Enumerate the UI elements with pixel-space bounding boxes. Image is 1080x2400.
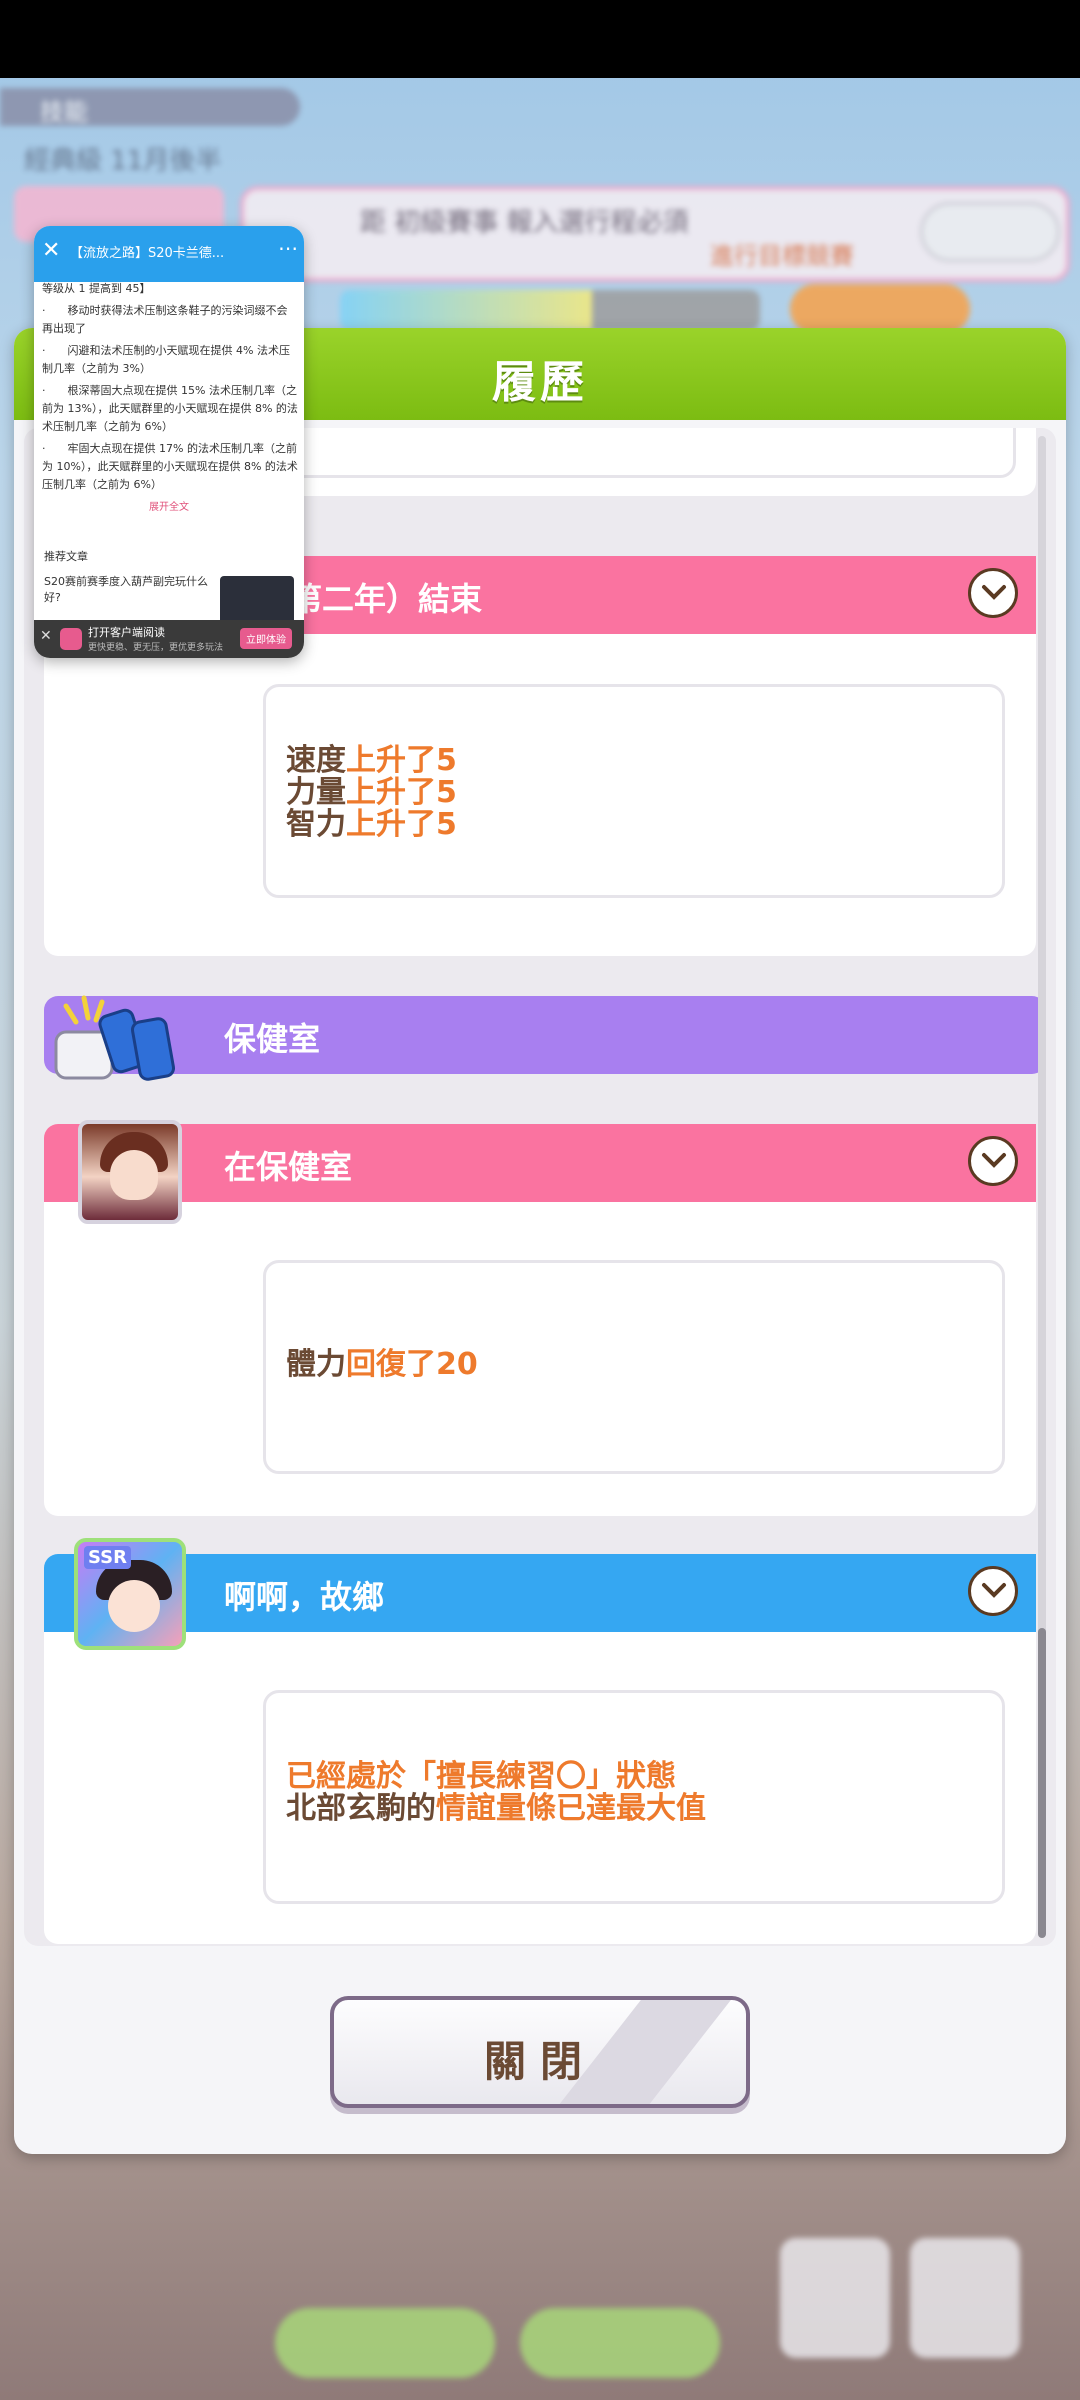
try-now-button[interactable]: 立即体验 <box>240 628 292 649</box>
open-app-subtitle: 更快更稳、更无压，更优更多玩法 <box>88 643 224 653</box>
history-card: 在保健室 體力回復了20 <box>44 1124 1036 1516</box>
recommended-thumbnail[interactable] <box>220 576 294 626</box>
close-button[interactable]: 關閉 <box>330 1996 750 2108</box>
entry-header: 啊啊，故鄉 <box>44 1554 1036 1632</box>
section-infirmary: 保健室 <box>44 996 1046 1074</box>
entry-line: 北部玄駒的情誼量條已達最大值 <box>286 1791 706 1826</box>
expand-article-link[interactable]: 展开全文 <box>34 498 304 513</box>
scrollbar-thumb[interactable] <box>1038 1628 1046 1938</box>
status-bar <box>0 0 1080 78</box>
chevron-down-icon[interactable] <box>968 1136 1018 1186</box>
recommended-heading: 推荐文章 <box>44 550 88 563</box>
open-app-title: 打开客户端阅读 <box>88 626 165 639</box>
app-icon <box>60 628 82 650</box>
entry-text: 已經處於「擅長練習〇」狀態 北部玄駒的情誼量條已達最大值 <box>263 1690 1005 1904</box>
history-card: 啊啊，故鄉 已經處於「擅長練習〇」狀態 北部玄駒的情誼量條已達最大值 <box>44 1554 1036 1944</box>
popup-header: ✕ 【流放之路】S20卡兰德... ⋯ <box>34 226 304 282</box>
recommended-article-link[interactable]: S20赛前赛季度入葫芦副完玩什么好? <box>44 574 214 606</box>
infirmary-item-icon <box>36 992 186 1092</box>
popup-article-body: 等级从 1 提高到 45】 · 移动时获得法术压制这条鞋子的污染词缀不会再出现了… <box>42 282 298 491</box>
close-icon[interactable]: ✕ <box>42 238 60 263</box>
entry-title: 在保健室 <box>224 1148 353 1186</box>
entry-line: 力量上升了5 <box>286 775 457 810</box>
bg-menu-button <box>910 2238 1020 2358</box>
bg-details-button <box>920 202 1060 262</box>
close-icon[interactable]: ✕ <box>40 628 52 644</box>
entry-line: 已經處於「擅長練習〇」狀態 <box>286 1759 676 1794</box>
bg-menu-square <box>780 2238 890 2358</box>
more-icon[interactable]: ⋯ <box>278 236 298 260</box>
open-app-bar: ✕ 打开客户端阅读 更快更稳、更无压，更优更多玩法 立即体验 <box>34 620 304 658</box>
entry-line: 智力上升了5 <box>286 807 457 842</box>
bg-banner-sub: 進行目標競賽 <box>710 242 854 270</box>
entry-text: 體力回復了20 <box>263 1260 1005 1474</box>
chevron-down-icon[interactable] <box>968 1566 1018 1616</box>
chevron-down-icon[interactable] <box>968 568 1018 618</box>
bg-orange-button <box>790 284 970 334</box>
bg-banner-text: 距 初級賽事 報入選行程必須 <box>360 208 689 238</box>
bg-turn-info: 經典級 11月後半 <box>24 146 222 176</box>
entry-line: 速度上升了5 <box>286 743 457 778</box>
popup-title: 【流放之路】S20卡兰德... <box>70 246 225 261</box>
entry-text: 速度上升了5 力量上升了5 智力上升了5 <box>263 684 1005 898</box>
bg-skip-button <box>275 2308 495 2378</box>
entry-title: 啊啊，故鄉 <box>224 1578 385 1616</box>
section-title: 保健室 <box>224 1020 321 1058</box>
entry-header: 在保健室 <box>44 1124 1036 1202</box>
bg-stamina-bar <box>340 290 760 330</box>
floating-article-popup[interactable]: ✕ 【流放之路】S20卡兰德... ⋯ 等级从 1 提高到 45】 · 移动时获… <box>34 226 304 658</box>
entry-line: 體力回復了20 <box>286 1347 478 1382</box>
bg-log-button <box>520 2308 720 2378</box>
character-avatar <box>78 1120 182 1224</box>
history-textbox-prev <box>196 428 1016 478</box>
ssr-badge: SSR <box>84 1546 131 1569</box>
bg-skill-tab: 技能 <box>0 88 300 126</box>
support-card-icon: SSR <box>74 1538 186 1650</box>
